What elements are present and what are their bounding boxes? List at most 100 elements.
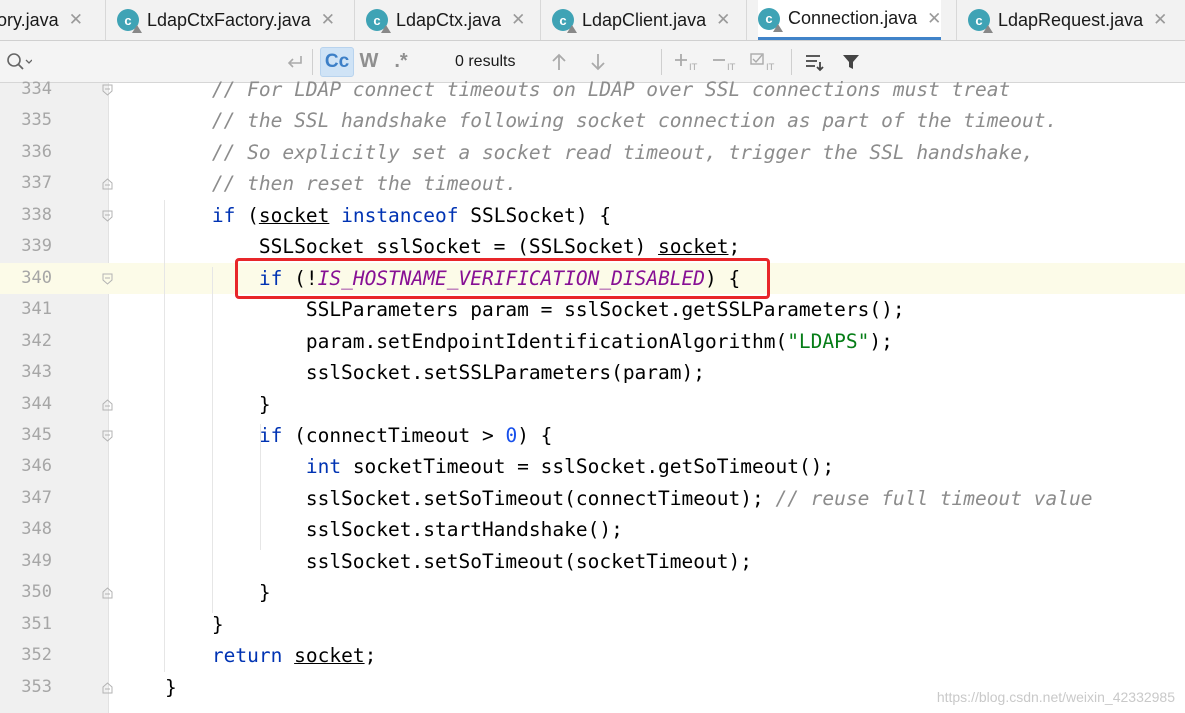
line-number[interactable]: 347 xyxy=(0,483,52,514)
line-number[interactable]: 343 xyxy=(0,357,52,388)
code-line[interactable]: 346 int socketTimeout = sslSocket.getSoT… xyxy=(0,451,1185,482)
svg-text:IT: IT xyxy=(689,63,698,72)
class-icon: c xyxy=(366,9,391,33)
fold-marker-icon[interactable] xyxy=(102,429,113,442)
code-text[interactable]: // So explicitly set a socket read timeo… xyxy=(118,137,1034,168)
code-line[interactable]: 334 // For LDAP connect timeouts on LDAP… xyxy=(0,74,1185,105)
code-line[interactable]: 345 if (connectTimeout > 0) { xyxy=(0,420,1185,451)
line-number[interactable]: 344 xyxy=(0,389,52,420)
tab-ldapctxfactory[interactable]: c LdapCtxFactory.java ✕ xyxy=(117,0,335,40)
tab-connection[interactable]: c Connection.java ✕ xyxy=(758,0,942,40)
annotation-highlight-box xyxy=(235,258,770,299)
search-input[interactable] xyxy=(34,49,278,75)
code-text[interactable]: if (connectTimeout > 0) { xyxy=(118,420,553,451)
tab-separator xyxy=(105,0,106,40)
tab-label: LdapCtx.java xyxy=(396,9,502,30)
code-text[interactable]: if (socket instanceof SSLSocket) { xyxy=(118,200,611,231)
code-text[interactable]: // the SSL handshake following socket co… xyxy=(118,105,1057,136)
code-line[interactable]: 348 sslSocket.startHandshake(); xyxy=(0,514,1185,545)
editor-tab-bar: tory.java✕cLdapCtxFactory.java✕cLdapCtx.… xyxy=(0,0,1185,41)
code-text[interactable]: } xyxy=(118,609,224,640)
code-text[interactable]: sslSocket.setSoTimeout(connectTimeout); … xyxy=(118,483,1093,514)
code-text[interactable]: // For LDAP connect timeouts on LDAP ove… xyxy=(118,74,1010,105)
code-text[interactable]: param.setEndpointIdentificationAlgorithm… xyxy=(118,326,893,357)
code-line[interactable]: 347 sslSocket.setSoTimeout(connectTimeou… xyxy=(0,483,1185,514)
tab-label: Connection.java xyxy=(788,8,918,28)
separator xyxy=(661,49,662,75)
tab-ldapclient[interactable]: c LdapClient.java ✕ xyxy=(552,0,730,40)
code-text[interactable]: sslSocket.startHandshake(); xyxy=(118,514,623,545)
line-number[interactable]: 351 xyxy=(0,609,52,640)
close-icon[interactable]: ✕ xyxy=(1153,10,1167,30)
line-number[interactable]: 349 xyxy=(0,546,52,577)
code-text[interactable]: sslSocket.setSSLParameters(param); xyxy=(118,357,705,388)
line-number[interactable]: 345 xyxy=(0,420,52,451)
tab-label: LdapCtxFactory.java xyxy=(147,9,311,30)
code-line[interactable]: 337 // then reset the timeout. xyxy=(0,168,1185,199)
code-text[interactable]: return socket; xyxy=(118,640,376,671)
indent-guide xyxy=(260,423,261,550)
line-number[interactable]: 342 xyxy=(0,326,52,357)
tab-ldapctx[interactable]: c LdapCtx.java ✕ xyxy=(366,0,525,40)
close-icon[interactable]: ✕ xyxy=(716,10,730,30)
line-number[interactable]: 341 xyxy=(0,294,52,325)
close-icon[interactable]: ✕ xyxy=(69,10,83,30)
code-line[interactable]: 350 } xyxy=(0,577,1185,608)
fold-marker-icon[interactable] xyxy=(102,681,113,694)
tab-label: LdapClient.java xyxy=(582,9,707,30)
line-number[interactable]: 348 xyxy=(0,514,52,545)
indent-guide xyxy=(164,199,165,672)
code-text[interactable]: int socketTimeout = sslSocket.getSoTimeo… xyxy=(118,451,834,482)
watermark: https://blog.csdn.net/weixin_42332985 xyxy=(936,689,1175,705)
code-text[interactable]: // then reset the timeout. xyxy=(118,168,517,199)
line-number[interactable]: 336 xyxy=(0,137,52,168)
code-line[interactable]: 349 sslSocket.setSoTimeout(socketTimeout… xyxy=(0,546,1185,577)
class-icon: c xyxy=(758,7,783,32)
tab-ldaprequest[interactable]: c LdapRequest.java ✕ xyxy=(968,0,1167,40)
tab-separator xyxy=(540,0,541,40)
class-icon: c xyxy=(552,9,577,33)
close-icon[interactable]: ✕ xyxy=(927,9,941,29)
line-number[interactable]: 337 xyxy=(0,168,52,199)
fold-marker-icon[interactable] xyxy=(102,272,113,285)
line-number[interactable]: 334 xyxy=(0,74,52,105)
code-text[interactable]: sslSocket.setSoTimeout(socketTimeout); xyxy=(118,546,752,577)
code-line[interactable]: 343 sslSocket.setSSLParameters(param); xyxy=(0,357,1185,388)
fold-marker-icon[interactable] xyxy=(102,83,113,96)
close-icon[interactable]: ✕ xyxy=(321,10,335,30)
code-line[interactable]: 352 return socket; xyxy=(0,640,1185,671)
fold-marker-icon[interactable] xyxy=(102,586,113,599)
line-number[interactable]: 352 xyxy=(0,640,52,671)
line-number[interactable]: 338 xyxy=(0,200,52,231)
tab-separator xyxy=(746,0,747,40)
fold-marker-icon[interactable] xyxy=(102,398,113,410)
tab-label: LdapRequest.java xyxy=(998,9,1144,30)
tab-separator xyxy=(354,0,355,40)
separator xyxy=(312,49,313,75)
line-number[interactable]: 339 xyxy=(0,231,52,262)
line-number[interactable]: 335 xyxy=(0,105,52,136)
code-text[interactable]: } xyxy=(118,577,271,608)
close-icon[interactable]: ✕ xyxy=(511,10,525,30)
match-case-button[interactable]: Cc xyxy=(320,47,354,77)
code-line[interactable]: 344 } xyxy=(0,389,1185,420)
svg-text:IT: IT xyxy=(766,63,775,72)
line-number[interactable]: 350 xyxy=(0,577,52,608)
class-icon: c xyxy=(117,9,142,33)
tab-label: tory.java xyxy=(0,9,59,30)
line-number[interactable]: 353 xyxy=(0,672,52,703)
code-text[interactable]: } xyxy=(118,672,177,703)
line-number[interactable]: 340 xyxy=(0,263,52,294)
class-icon: c xyxy=(968,9,993,33)
code-line[interactable]: 351 } xyxy=(0,609,1185,640)
code-line[interactable]: 342 param.setEndpointIdentificationAlgor… xyxy=(0,326,1185,357)
code-line[interactable]: 336 // So explicitly set a socket read t… xyxy=(0,137,1185,168)
tab-tory[interactable]: tory.java ✕ xyxy=(0,0,83,40)
code-line[interactable]: 335 // the SSL handshake following socke… xyxy=(0,105,1185,136)
svg-text:IT: IT xyxy=(727,63,736,72)
code-text[interactable]: } xyxy=(118,389,271,420)
fold-marker-icon[interactable] xyxy=(102,209,113,222)
fold-marker-icon[interactable] xyxy=(102,177,113,190)
code-line[interactable]: 338 if (socket instanceof SSLSocket) { xyxy=(0,200,1185,231)
line-number[interactable]: 346 xyxy=(0,451,52,482)
